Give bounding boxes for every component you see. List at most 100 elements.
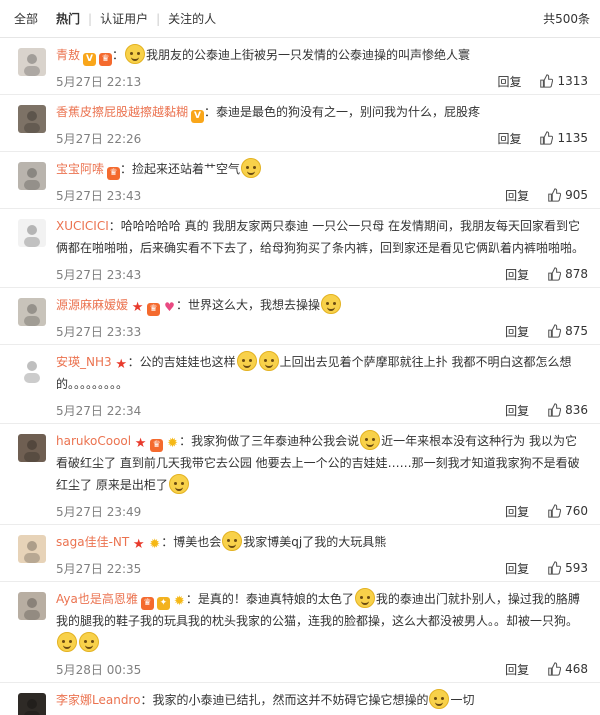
reply-button[interactable]: 回复 <box>505 560 529 577</box>
comment-text-line: 安瑛_NH3 ★：公的吉娃娃也这样 上回出去见着个萨摩耶就往上扑 我都不明白这都怎么… <box>56 351 588 395</box>
like-count: 1313 <box>557 74 588 88</box>
reply-button[interactable]: 回复 <box>505 187 529 204</box>
tab-hot[interactable]: 热门 <box>56 8 80 29</box>
avatar[interactable] <box>18 434 46 462</box>
comment-actions: 回复 878 <box>505 266 588 283</box>
comment-body: Aya也是高恩雅 ♛ ✦ ✹：是真的！泰迪真特娘的太色了 我的泰迪出门就扑别人，操过我的… <box>56 588 588 682</box>
comment-actions: 回复 1135 <box>497 130 588 147</box>
username-separator: ： <box>179 434 192 448</box>
like-button[interactable]: 878 <box>547 267 588 281</box>
comment-timestamp: 5月27日 23:43 <box>56 188 142 203</box>
comment-item: harukoCoool ★ ♛ ✹：我家狗做了三年泰迪种公我会说 近一年来根本没有这种行… <box>0 424 600 525</box>
comment-actions: 回复 905 <box>505 187 588 204</box>
like-button[interactable]: 468 <box>547 662 588 676</box>
reply-button[interactable]: 回复 <box>505 266 529 283</box>
like-count: 878 <box>565 267 588 281</box>
avatar[interactable] <box>18 105 46 133</box>
comment-username[interactable]: 香蕉皮擦屁股越擦越黏糊 <box>56 105 188 119</box>
avatar[interactable] <box>18 48 46 76</box>
comment-timestamp: 5月27日 23:43 <box>56 267 142 282</box>
star-icon[interactable]: ★ <box>132 538 145 551</box>
comment-username[interactable]: 安瑛_NH3 <box>56 355 112 369</box>
avatar[interactable] <box>18 162 46 190</box>
username-separator: ： <box>108 219 121 233</box>
comment-actions: 回复 593 <box>505 560 588 577</box>
like-button[interactable]: 1313 <box>539 74 588 88</box>
thumbs-up-icon <box>548 403 562 417</box>
tab-verified-users[interactable]: 认证用户 <box>100 8 148 29</box>
reply-button[interactable]: 回复 <box>505 402 529 419</box>
heart-icon[interactable]: ♥ <box>163 301 176 314</box>
reply-button[interactable]: 回复 <box>505 503 529 520</box>
emoji-face-icon <box>222 531 243 551</box>
reply-button[interactable]: 回复 <box>497 73 521 90</box>
vip-crown-icon[interactable]: ♛ <box>150 439 164 452</box>
comment-text-line: 李家娜Leandro：我家的小泰迪已结扎，然而这并不妨碍它操它想操的 一切 <box>56 689 588 711</box>
comment-username[interactable]: XUCICICI <box>56 219 109 233</box>
comment-text: 我家的小泰迪已结扎，然而这并不妨碍它操它想操的 <box>152 693 429 707</box>
vip-crown-icon[interactable]: ♛ <box>147 303 161 316</box>
like-button[interactable]: 593 <box>547 561 588 575</box>
comment-item: 安瑛_NH3 ★：公的吉娃娃也这样 上回出去见着个萨摩耶就往上扑 我都不明白这都怎么… <box>0 345 600 424</box>
username-separator: ： <box>140 693 153 707</box>
avatar[interactable] <box>18 219 46 247</box>
reply-button[interactable]: 回复 <box>497 130 521 147</box>
avatar[interactable] <box>18 355 46 383</box>
avatar[interactable] <box>18 298 46 326</box>
verified-v-icon[interactable]: V <box>191 110 205 123</box>
comment-item: 香蕉皮擦屁股越擦越黏糊 V ：泰迪是最色的狗没有之一，别问我为什么，屁股疼 5月27日… <box>0 95 600 152</box>
star-icon[interactable]: ★ <box>131 301 144 314</box>
comment-username[interactable]: saga佳佳-NT <box>56 535 129 549</box>
comment-timestamp: 5月28日 00:35 <box>56 662 142 677</box>
comment-username[interactable]: 源源麻麻嫒嫒 <box>56 298 128 312</box>
star-icon[interactable]: ★ <box>134 437 147 450</box>
comment-text: 我朋友的公泰迪上街被另一只发情的公泰迪操的叫声惨绝人寰 <box>146 48 471 62</box>
comment-username[interactable]: 宝宝阿嗦 <box>56 162 104 176</box>
medal-icon[interactable]: ✦ <box>156 597 170 610</box>
tab-following[interactable]: 关注的人 <box>168 8 216 29</box>
vip-crown-icon[interactable]: ♛ <box>107 167 121 180</box>
username-separator: ： <box>176 298 189 312</box>
like-count: 836 <box>565 403 588 417</box>
emoji-face-icon <box>168 474 189 494</box>
comment-username[interactable]: Aya也是高恩雅 <box>56 592 138 606</box>
sun-badge-icon[interactable]: ✹ <box>173 595 186 608</box>
comment-actions: 回复 836 <box>505 402 588 419</box>
comment-body: 安瑛_NH3 ★：公的吉娃娃也这样 上回出去见着个萨摩耶就往上扑 我都不明白这都怎么… <box>56 351 588 423</box>
username-separator: ： <box>120 162 133 176</box>
like-button[interactable]: 1135 <box>539 131 588 145</box>
star-icon[interactable]: ★ <box>115 358 128 371</box>
vip-crown-icon[interactable]: ♛ <box>99 53 113 66</box>
emoji-face-icon <box>354 588 375 608</box>
like-button[interactable]: 760 <box>547 504 588 518</box>
sun-badge-icon[interactable]: ✹ <box>166 437 179 450</box>
comment-username[interactable]: harukoCoool <box>56 434 131 448</box>
username-separator: ： <box>127 355 140 369</box>
avatar[interactable] <box>18 693 46 715</box>
comment-username[interactable]: 青敖 <box>56 48 80 62</box>
sun-badge-icon[interactable]: ✹ <box>148 538 161 551</box>
like-button[interactable]: 905 <box>547 188 588 202</box>
like-button[interactable]: 836 <box>547 403 588 417</box>
tab-all[interactable]: 全部 <box>14 8 38 29</box>
verified-v-icon[interactable]: V <box>83 53 97 66</box>
comment-body: saga佳佳-NT ★ ✹：博美也会 我家博美qj了我的大玩具熊 5月27日 22:35… <box>56 531 588 581</box>
comment-actions: 回复 760 <box>505 503 588 520</box>
comment-text: 捡起来还站着艹空气 <box>132 162 241 176</box>
comment-meta: 5月27日 23:43 回复 905 <box>56 182 588 208</box>
comment-actions: 回复 468 <box>505 661 588 678</box>
like-button[interactable]: 875 <box>547 324 588 338</box>
emoji-face-icon <box>241 158 262 178</box>
comment-text-line: Aya也是高恩雅 ♛ ✦ ✹：是真的！泰迪真特娘的太色了 我的泰迪出门就扑别人，操过我的… <box>56 588 588 654</box>
avatar[interactable] <box>18 535 46 563</box>
like-count: 1135 <box>557 131 588 145</box>
comment-text: 泰迪是最色的狗没有之一，别问我为什么，屁股疼 <box>216 105 481 119</box>
avatar[interactable] <box>18 592 46 620</box>
comment-username[interactable]: 李家娜Leandro <box>56 693 140 707</box>
thumbs-up-icon <box>548 561 562 575</box>
thumbs-up-icon <box>548 324 562 338</box>
reply-button[interactable]: 回复 <box>505 661 529 678</box>
vip-crown-icon[interactable]: ♛ <box>140 597 154 610</box>
comment-text-line: harukoCoool ★ ♛ ✹：我家狗做了三年泰迪种公我会说 近一年来根本没有这种行… <box>56 430 588 496</box>
reply-button[interactable]: 回复 <box>505 323 529 340</box>
